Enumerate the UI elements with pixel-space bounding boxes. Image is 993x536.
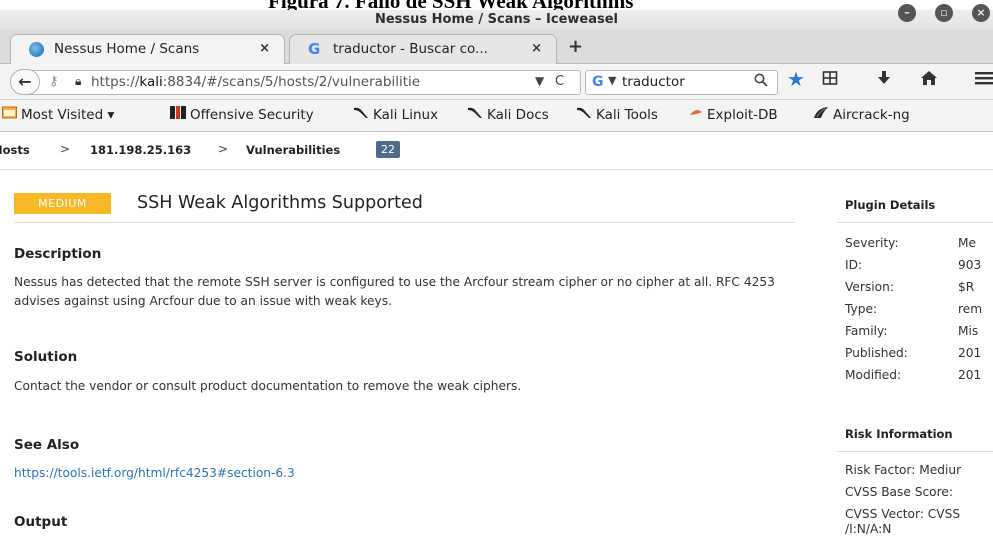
- plugin-family-value: Mis: [958, 324, 979, 338]
- bookmark-label: Kali Docs: [487, 107, 549, 123]
- lock-icon: 🔒︎: [75, 74, 82, 88]
- most-visited-icon: [2, 106, 17, 123]
- bookmark-label: Most Visited ▾: [21, 107, 115, 123]
- plugin-published-label: Published:: [845, 346, 908, 360]
- bookmark-offensive-security[interactable]: Offensive Security: [170, 106, 314, 123]
- minimize-icon[interactable]: –: [898, 4, 916, 22]
- kali-dragon-icon: [467, 106, 483, 123]
- menu-icon[interactable]: [975, 70, 993, 91]
- home-icon[interactable]: [920, 70, 938, 91]
- google-icon: G: [308, 40, 321, 58]
- see-also-heading: See Also: [14, 437, 80, 453]
- breadcrumb-hosts[interactable]: Hosts: [0, 143, 30, 157]
- navigation-bar: ⚷ 🔒︎ https://kali:8834/#/scans/5/hosts/2…: [0, 64, 993, 100]
- new-tab-button[interactable]: +: [568, 36, 583, 58]
- divider: [14, 222, 795, 223]
- document-caption: Figura 7. Fallo de SSH Weak Algorithms: [0, 0, 993, 10]
- description-heading: Description: [14, 246, 102, 262]
- output-heading: Output: [14, 514, 68, 530]
- plugin-id-label: ID:: [845, 258, 863, 272]
- plugin-type-value: rem: [958, 302, 983, 316]
- caption-text: Figura 7. Fallo de SSH Weak Algorithms: [268, 0, 633, 10]
- plugin-modified-value: 201: [958, 368, 982, 382]
- bookmark-label: Aircrack-ng: [833, 107, 910, 123]
- breadcrumb-host-ip[interactable]: 181.198.25.163: [90, 143, 191, 157]
- bookmark-most-visited[interactable]: Most Visited ▾: [2, 106, 114, 123]
- vulnerability-count-badge: 22: [376, 141, 400, 158]
- tab-close-icon[interactable]: ×: [259, 35, 270, 63]
- close-icon[interactable]: ×: [972, 4, 990, 22]
- url-text[interactable]: https://kali:8834/#/scans/5/hosts/2/vuln…: [91, 74, 420, 90]
- plugin-type-label: Type:: [845, 302, 878, 316]
- url-dropdown-icon[interactable]: ▼: [535, 74, 544, 88]
- bookmark-exploit-db[interactable]: Exploit-DB: [689, 106, 778, 123]
- reading-list-icon[interactable]: [822, 70, 838, 91]
- plugin-severity-label: Severity:: [845, 236, 899, 250]
- description-text: Nessus has detected that the remote SSH …: [14, 275, 775, 308]
- solution-heading: Solution: [14, 349, 78, 365]
- breadcrumb: Hosts > 181.198.25.163 > Vulnerabilities…: [0, 132, 993, 170]
- maximize-icon[interactable]: ▫: [935, 4, 953, 22]
- plugin-details-heading: Plugin Details: [845, 198, 936, 212]
- plugin-family-label: Family:: [845, 324, 888, 338]
- divider: [837, 222, 993, 223]
- plugin-version-label: Version:: [845, 280, 894, 294]
- breadcrumb-current: Vulnerabilities: [246, 143, 341, 157]
- kali-dragon-icon: [576, 106, 592, 123]
- identity-icon[interactable]: ⚷: [49, 74, 59, 89]
- cvss-base-score: CVSS Base Score:: [845, 485, 953, 499]
- bookmarks-bar: Most Visited ▾ Offensive Security Kali L…: [0, 100, 993, 132]
- bookmark-label: Exploit-DB: [707, 107, 778, 123]
- bookmark-label: Kali Linux: [373, 107, 439, 123]
- back-button[interactable]: ←: [10, 69, 40, 95]
- plugin-severity-value: Me: [958, 236, 977, 250]
- reload-icon[interactable]: C: [555, 74, 564, 89]
- tab-nessus[interactable]: Nessus Home / Scans ×: [10, 34, 285, 64]
- breadcrumb-separator: >: [60, 142, 71, 156]
- plugin-published-value: 201: [958, 346, 982, 360]
- exploit-db-icon: [689, 106, 703, 123]
- nessus-icon: [29, 42, 44, 57]
- aircrack-icon: [813, 106, 829, 123]
- plugin-version-value: $R: [958, 280, 975, 294]
- solution-text: Contact the vendor or consult product do…: [14, 379, 522, 393]
- url-bar[interactable]: ⚷ 🔒︎ https://kali:8834/#/scans/5/hosts/2…: [26, 70, 581, 95]
- see-also-link[interactable]: https://tools.ietf.org/html/rfc4253#sect…: [14, 466, 295, 480]
- window-titlebar: Nessus Home / Scans – Iceweasel – ▫ ×: [0, 4, 993, 32]
- search-engine-icon[interactable]: G: [592, 74, 604, 90]
- downloads-icon[interactable]: [877, 70, 891, 91]
- window-title: Nessus Home / Scans – Iceweasel: [374, 12, 619, 27]
- bookmark-star-icon[interactable]: ★: [787, 67, 805, 91]
- bookmark-aircrack-ng[interactable]: Aircrack-ng: [813, 106, 910, 123]
- bookmark-label: Kali Tools: [596, 107, 658, 123]
- search-engine-dropdown-icon[interactable]: ▼: [608, 74, 616, 87]
- kali-dragon-icon: [353, 106, 369, 123]
- severity-badge: MEDIUM: [14, 193, 111, 214]
- tab-label: Nessus Home / Scans: [54, 41, 200, 57]
- divider: [837, 451, 993, 452]
- bookmark-kali-docs[interactable]: Kali Docs: [467, 106, 549, 123]
- bookmark-kali-linux[interactable]: Kali Linux: [353, 106, 438, 123]
- cvss-vector: CVSS Vector: CVSS: [845, 507, 961, 521]
- bookmark-kali-tools[interactable]: Kali Tools: [576, 106, 658, 123]
- search-input[interactable]: traductor: [622, 74, 685, 90]
- plugin-modified-label: Modified:: [845, 368, 902, 382]
- offsec-icon: [170, 106, 186, 123]
- cvss-vector-continued: /I:N/A:N: [845, 522, 892, 536]
- bookmark-label: Offensive Security: [190, 107, 314, 123]
- vulnerability-title: SSH Weak Algorithms Supported: [137, 193, 423, 213]
- plugin-id-value: 903: [958, 258, 982, 272]
- risk-factor: Risk Factor: Mediur: [845, 463, 962, 477]
- search-icon[interactable]: [754, 73, 768, 91]
- tab-close-icon[interactable]: ×: [531, 35, 542, 63]
- tab-traductor[interactable]: G traductor - Buscar co... ×: [289, 34, 557, 64]
- risk-information-heading: Risk Information: [845, 427, 953, 441]
- search-bar[interactable]: G ▼ traductor: [585, 70, 778, 95]
- breadcrumb-separator: >: [218, 142, 229, 156]
- tab-bar: Nessus Home / Scans × G traductor - Busc…: [0, 30, 993, 64]
- tab-label: traductor - Buscar co...: [333, 41, 488, 57]
